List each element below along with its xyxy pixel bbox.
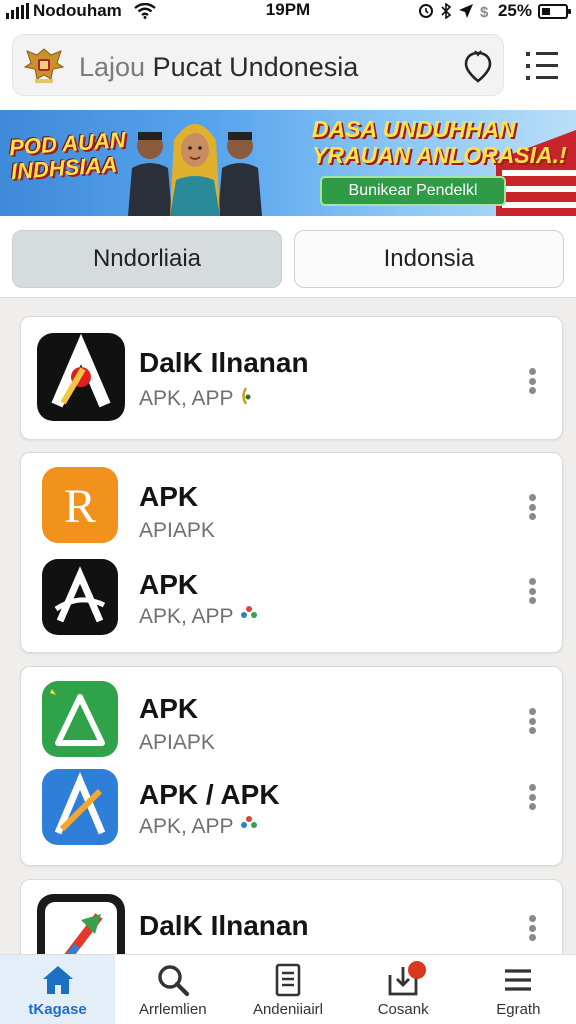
search-bar[interactable]: Lajou Pucat Undonesia: [12, 34, 504, 96]
app-name: APK: [139, 481, 199, 512]
app-list-item[interactable]: APK / APK APK, APP: [21, 763, 564, 853]
app-subtitle: APIAPK: [139, 519, 215, 542]
promo-banner[interactable]: POD AUAN INDHSIAA DASA UNDUHHAN YRAUAN A…: [0, 110, 576, 216]
nav-item-search[interactable]: Arrlemlien: [115, 955, 230, 1024]
bluetooth-icon: [441, 3, 452, 19]
app-subtitle-text: APK, APP: [139, 605, 234, 628]
flower-icon: [241, 606, 258, 618]
nav-item-home[interactable]: tKagase: [0, 955, 116, 1024]
app-card: R APK APIAPK APK APK, APP: [20, 452, 563, 653]
flower-icon: [241, 816, 258, 828]
battery-percent: 25%: [497, 1, 532, 20]
more-options-icon[interactable]: [521, 365, 543, 397]
svg-text:R: R: [64, 480, 96, 533]
app-name: DalK Ilnanan: [139, 910, 309, 941]
tab-first[interactable]: Nndorliaia: [12, 230, 282, 288]
app-name: APK: [139, 693, 199, 724]
more-options-icon[interactable]: [521, 705, 543, 737]
app-subtitle: APIAPK: [139, 731, 215, 754]
blue-a-logo-icon: [42, 769, 118, 845]
orange-r-logo-icon: R: [42, 467, 118, 543]
nav-label: Egrath: [496, 1001, 541, 1018]
app-list-item[interactable]: R APK APIAPK: [21, 461, 564, 551]
banner-right-line2: YRAUAN ANLORASIA.!: [312, 142, 567, 168]
home-icon: [42, 966, 73, 994]
tab-second[interactable]: Indonsia: [294, 230, 564, 288]
app-subtitle: APK, APP: [139, 813, 259, 839]
nav-label: Cosank: [377, 1001, 429, 1018]
notification-badge: [407, 961, 426, 979]
app-list-item[interactable]: APK APK, APP: [21, 553, 564, 643]
nav-label: Andeniiairl: [252, 1001, 323, 1018]
banner-right-headline: DASA UNDUHHAN YRAUAN ANLORASIA.!: [312, 116, 567, 168]
document-icon: [275, 963, 301, 997]
segmented-tabs: Nndorliaia Indonsia: [0, 216, 576, 298]
nav-item-documents[interactable]: Andeniiairl: [230, 955, 345, 1024]
app-card: APK APIAPK APK / APK APK, APP: [20, 666, 563, 866]
banner-cta-button[interactable]: Bunikear Pendelkl: [320, 176, 506, 206]
location-icon: [458, 4, 473, 18]
more-options-icon[interactable]: [521, 912, 543, 944]
shield-pin-icon[interactable]: [463, 50, 493, 84]
garuda-emblem-icon: [23, 48, 65, 83]
banner-right-line1: DASA UNDUHHAN: [312, 116, 516, 142]
app-list-item[interactable]: APK APIAPK: [21, 675, 564, 765]
search-icon: [158, 965, 189, 997]
svg-text:$: $: [480, 4, 489, 19]
header-title-prefix: Lajou: [79, 52, 146, 82]
nav-item-downloads[interactable]: Cosank: [346, 955, 461, 1024]
app-subtitle: APK, APP: [139, 603, 259, 629]
app-name: APK: [139, 569, 199, 600]
alarm-icon: [418, 4, 433, 18]
app-subtitle-text: APK, APP: [139, 387, 234, 410]
menu-icon: [505, 969, 532, 991]
bottom-navigation: tKagase Arrlemlien Andeniiairl Cosank Eg…: [0, 954, 576, 1024]
battery-icon: [538, 3, 571, 19]
app-card: DalK Ilnanan APK, APP: [20, 316, 563, 440]
app-list-item[interactable]: DalK Ilnanan APK, APP: [21, 333, 564, 423]
nav-item-more[interactable]: Egrath: [461, 955, 576, 1024]
status-right: $ 25%: [418, 0, 571, 22]
header: Lajou Pucat Undonesia: [0, 22, 576, 110]
status-bar: Nodouham 19PM $ 25%: [0, 0, 576, 22]
app-subtitle-text: APK, APP: [139, 815, 234, 838]
nav-label: tKagase: [28, 1001, 87, 1018]
app-name: APK / APK: [139, 779, 280, 810]
red-a-logo-icon: [37, 333, 125, 421]
data-icon: $: [480, 4, 489, 19]
black-a-logo-icon: [42, 559, 118, 635]
header-title: Lajou Pucat Undonesia: [79, 52, 358, 83]
green-a-logo-icon: [42, 681, 118, 757]
more-options-icon[interactable]: [521, 491, 543, 523]
nav-label: Arrlemlien: [139, 1001, 207, 1018]
list-menu-icon[interactable]: [524, 48, 560, 84]
app-subtitle: APK, APP: [139, 387, 253, 411]
more-options-icon[interactable]: [521, 781, 543, 813]
app-name: DalK Ilnanan: [139, 347, 309, 378]
people-illustration-icon: [128, 124, 262, 216]
header-title-main: Pucat Undonesia: [152, 52, 359, 82]
banner-left-headline: POD AUAN INDHSIAA: [8, 127, 128, 184]
sparkle-icon: [242, 387, 251, 405]
more-options-icon[interactable]: [521, 575, 543, 607]
